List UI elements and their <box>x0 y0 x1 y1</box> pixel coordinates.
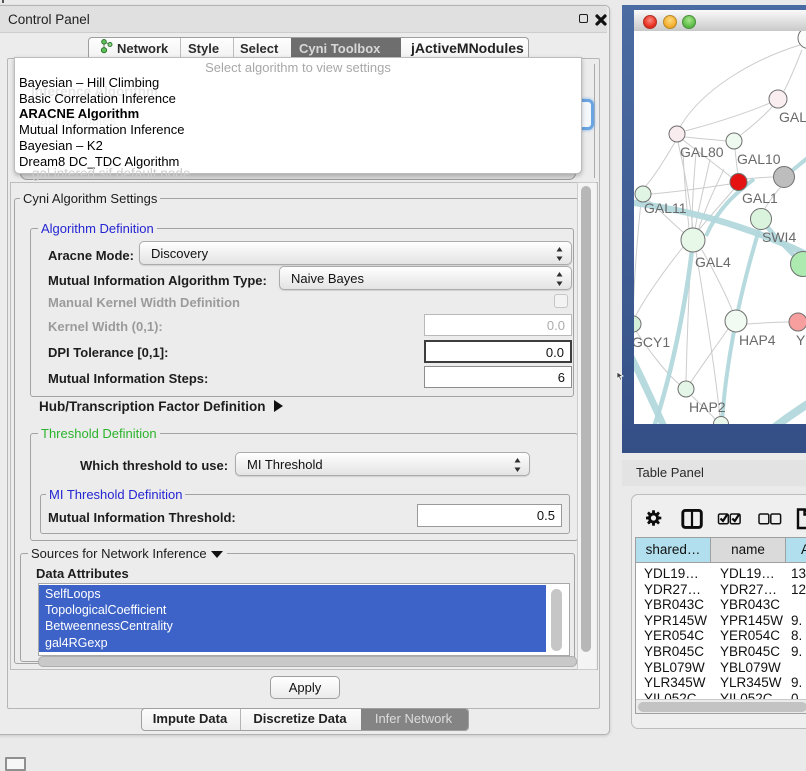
svg-text:GAL10: GAL10 <box>737 151 781 167</box>
svg-text:GAL1: GAL1 <box>742 190 778 206</box>
svg-text:GAL: GAL <box>779 109 806 125</box>
svg-text:Y: Y <box>796 332 806 348</box>
svg-text:HAP2: HAP2 <box>689 399 726 415</box>
svg-text:GCY1: GCY1 <box>634 334 670 350</box>
svg-text:GAL4: GAL4 <box>695 254 731 270</box>
svg-text:GAL11: GAL11 <box>644 200 687 216</box>
svg-text:HAP4: HAP4 <box>739 332 776 348</box>
svg-text:SWI4: SWI4 <box>762 229 796 245</box>
svg-text:GAL80: GAL80 <box>680 144 724 160</box>
